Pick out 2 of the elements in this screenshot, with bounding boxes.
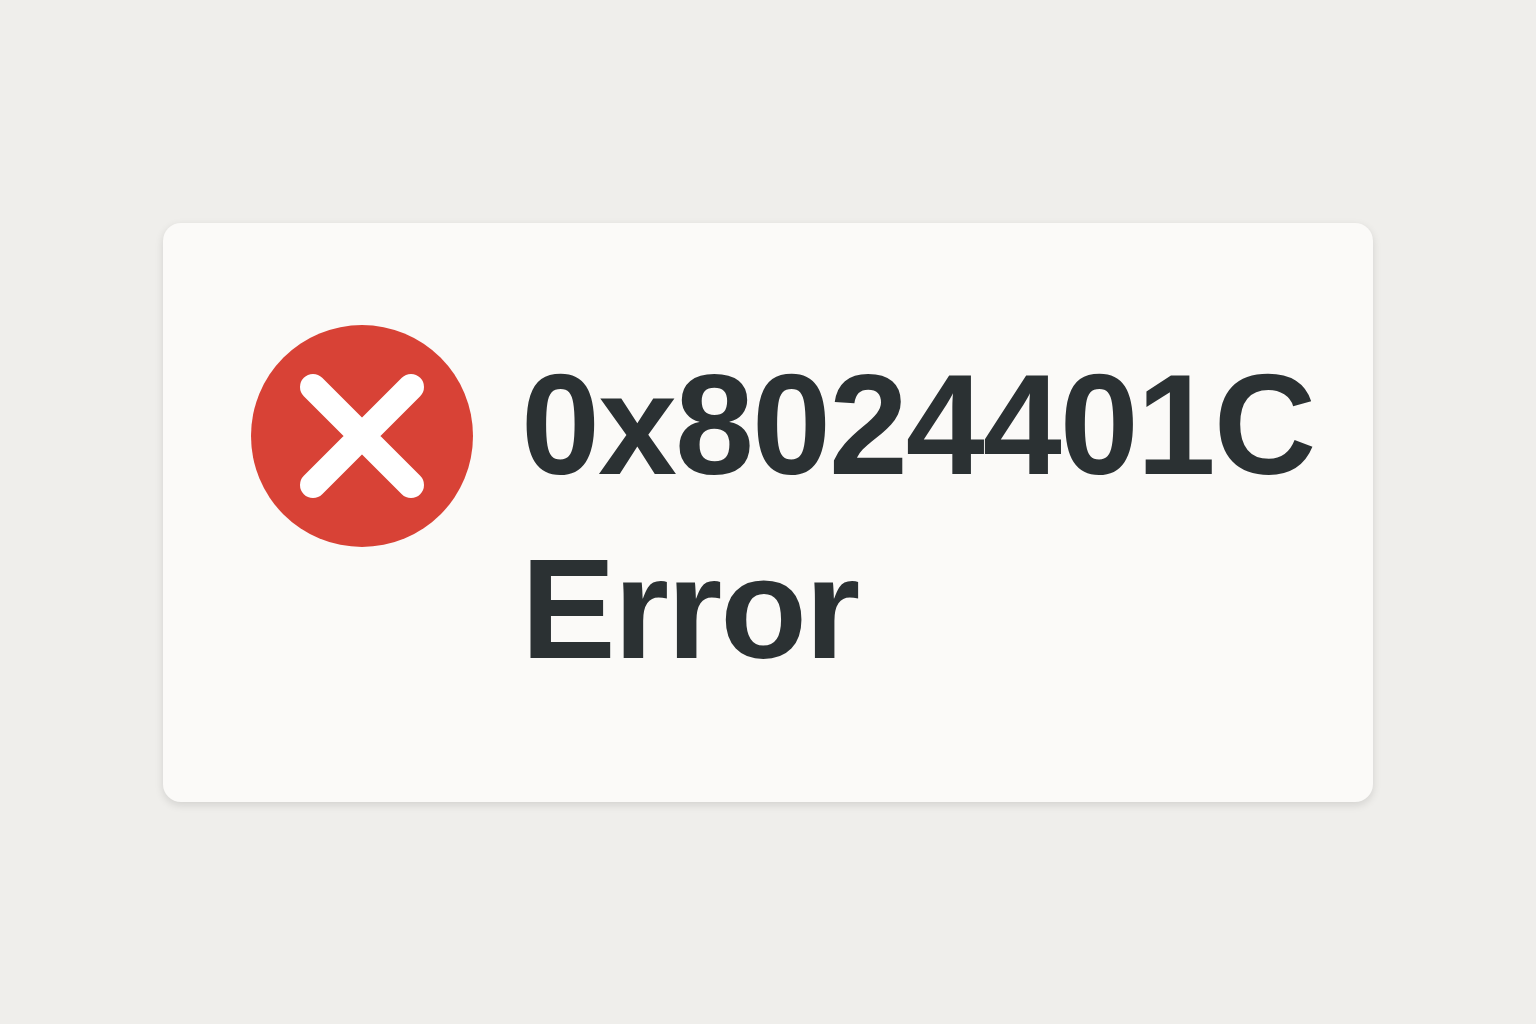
error-code: 0x8024401C xyxy=(521,343,1315,506)
error-message: Error xyxy=(521,528,860,691)
